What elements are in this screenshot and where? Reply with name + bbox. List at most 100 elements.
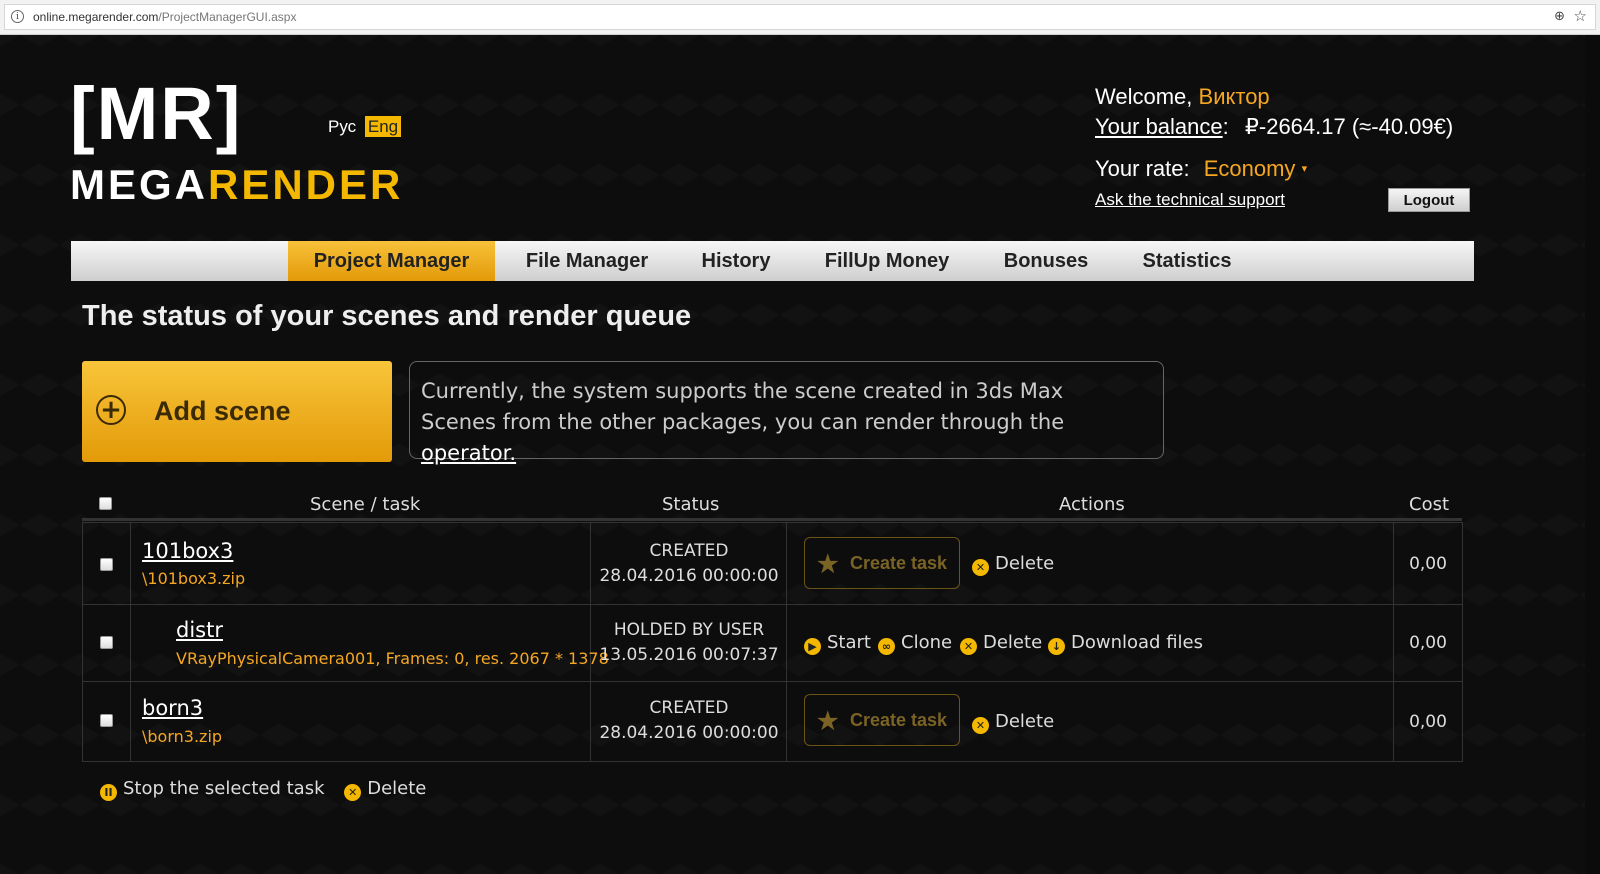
start-label: Start (827, 632, 871, 653)
status-date: 28.04.2016 00:00:00 (599, 566, 779, 586)
start-action[interactable]: ▶ Start (804, 632, 871, 655)
table-row: born3 \born3.zip CREATED 28.04.2016 00:0… (83, 681, 1462, 761)
stop-label: Stop the selected task (123, 778, 325, 799)
bulk-actions: II Stop the selected task ✕ Delete (100, 778, 426, 801)
url-host: online.megarender.com (33, 10, 159, 24)
delete-action[interactable]: ✕ Delete (972, 711, 1054, 734)
support-link[interactable]: Ask the technical support (1095, 190, 1285, 210)
cost-value: 0,00 (1409, 633, 1447, 653)
delete-action[interactable]: ✕ Delete (972, 553, 1054, 576)
lang-en-active[interactable]: Eng (364, 116, 402, 137)
status-date: 13.05.2016 00:07:37 (599, 645, 779, 665)
rate-label: Your rate: (1095, 156, 1190, 181)
create-task-button[interactable]: ★ Create task (804, 694, 960, 746)
notice-line-2: Scenes from the other packages, you can … (421, 407, 1152, 469)
star-icon: ★ (817, 551, 839, 578)
scene-name-link[interactable]: born3 (142, 696, 203, 720)
status-cell: HOLDED BY USER 13.05.2016 00:07:37 (591, 618, 787, 668)
welcome-line: Welcome, Виктор (1095, 84, 1270, 110)
col-scene: Scene / task (310, 494, 421, 515)
tab-statistics[interactable]: Statistics (1127, 241, 1247, 281)
row-checkbox[interactable] (100, 714, 113, 727)
download-icon: ↓ (1048, 638, 1065, 655)
welcome-label: Welcome, (1095, 84, 1193, 109)
tab-bonuses[interactable]: Bonuses (989, 241, 1103, 281)
delete-label: Delete (995, 711, 1055, 732)
scene-file: \born3.zip (142, 727, 223, 746)
create-task-label: Create task (850, 710, 948, 730)
logo-mr[interactable]: [MR] (70, 74, 242, 154)
balance-colon: : (1222, 114, 1229, 139)
status-cell: CREATED 28.04.2016 00:00:00 (591, 696, 787, 746)
clone-action[interactable]: ∞ Clone (878, 632, 952, 655)
address-bar[interactable]: i online.megarender.com/ProjectManagerGU… (4, 4, 1596, 30)
bookmark-star-icon[interactable]: ☆ (1574, 7, 1587, 25)
col-actions: Actions (1059, 494, 1125, 515)
table-row: 101box3 \101box3.zip CREATED 28.04.2016 … (83, 523, 1462, 605)
stop-selected-action[interactable]: II Stop the selected task (100, 778, 325, 801)
info-icon[interactable]: i (11, 10, 24, 23)
operator-link[interactable]: operator. (421, 441, 516, 465)
page-title: The status of your scenes and render que… (82, 300, 692, 332)
bulk-delete-action[interactable]: ✕ Delete (344, 778, 427, 801)
scrollbar[interactable] (1585, 35, 1600, 874)
add-scene-label: Add scene (154, 396, 291, 426)
logo-mega-text: MEGA (70, 161, 208, 208)
info-notice: Currently, the system supports the scene… (409, 361, 1164, 465)
clone-icon: ∞ (878, 638, 895, 655)
chevron-down-icon[interactable]: ▾ (1302, 163, 1308, 175)
status-text: CREATED (649, 698, 729, 718)
table-header: Scene / task Status Actions Cost (82, 490, 1462, 521)
add-scene-button[interactable]: + Add scene (82, 361, 392, 462)
tab-fillup-money[interactable]: FillUp Money (807, 241, 967, 281)
scene-name-link[interactable]: 101box3 (142, 539, 233, 563)
balance-value: ₽-2664.17 (≈-40.09€) (1244, 114, 1454, 139)
col-status: Status (662, 494, 720, 515)
rate-dropdown[interactable]: Economy (1204, 156, 1296, 181)
cost-value: 0,00 (1409, 554, 1447, 574)
create-task-button[interactable]: ★ Create task (804, 537, 960, 589)
url-text[interactable]: online.megarender.com/ProjectManagerGUI.… (33, 10, 296, 24)
tab-history[interactable]: History (687, 241, 785, 281)
row-checkbox[interactable] (100, 558, 113, 571)
status-date: 28.04.2016 00:00:00 (599, 723, 779, 743)
logo-wordmark[interactable]: MEGARENDER (70, 162, 403, 208)
create-task-label: Create task (850, 553, 948, 573)
delete-label: Delete (995, 553, 1055, 574)
task-name-link[interactable]: distr (176, 618, 223, 642)
url-path: /ProjectManagerGUI.aspx (158, 10, 297, 24)
delete-icon: ✕ (972, 717, 989, 734)
status-cell: CREATED 28.04.2016 00:00:00 (591, 539, 787, 589)
language-switch: Рус Eng (328, 116, 402, 137)
status-text: HOLDED BY USER (613, 620, 765, 640)
logo-render-text: RENDER (208, 161, 404, 208)
row-checkbox[interactable] (100, 636, 113, 649)
plus-circle-icon: + (96, 395, 126, 425)
balance-link[interactable]: Your balance (1095, 114, 1223, 139)
balance-row: Your balance: ₽-2664.17 (≈-40.09€) (1095, 114, 1453, 140)
pause-icon: II (100, 784, 117, 801)
task-details: VRayPhysicalCamera001, Frames: 0, res. 2… (176, 649, 609, 668)
zoom-icon[interactable]: ⊕ (1554, 9, 1565, 24)
scene-table: 101box3 \101box3.zip CREATED 28.04.2016 … (82, 522, 1463, 762)
play-icon: ▶ (804, 638, 821, 655)
bulk-delete-label: Delete (367, 778, 427, 799)
download-label: Download files (1071, 632, 1203, 653)
download-files-action[interactable]: ↓ Download files (1048, 632, 1203, 655)
tab-file-manager[interactable]: File Manager (507, 241, 667, 281)
select-all-checkbox[interactable] (99, 497, 112, 510)
browser-toolbar: i online.megarender.com/ProjectManagerGU… (0, 0, 1600, 35)
lang-ru-link[interactable]: Рус (328, 117, 356, 136)
user-name: Виктор (1198, 84, 1270, 109)
status-text: CREATED (649, 541, 729, 561)
main-nav: Project Manager File Manager History Fil… (71, 241, 1474, 281)
clone-label: Clone (901, 632, 953, 653)
tab-project-manager[interactable]: Project Manager (288, 241, 495, 281)
delete-action[interactable]: ✕ Delete (960, 632, 1042, 655)
delete-label: Delete (983, 632, 1043, 653)
table-row: distr VRayPhysicalCamera001, Frames: 0, … (83, 604, 1462, 682)
scene-file: \101box3.zip (142, 569, 246, 588)
user-panel: Welcome, Виктор Your balance: ₽-2664.17 … (1095, 84, 1453, 209)
cost-value: 0,00 (1409, 712, 1447, 732)
logout-button[interactable]: Logout (1388, 188, 1470, 212)
